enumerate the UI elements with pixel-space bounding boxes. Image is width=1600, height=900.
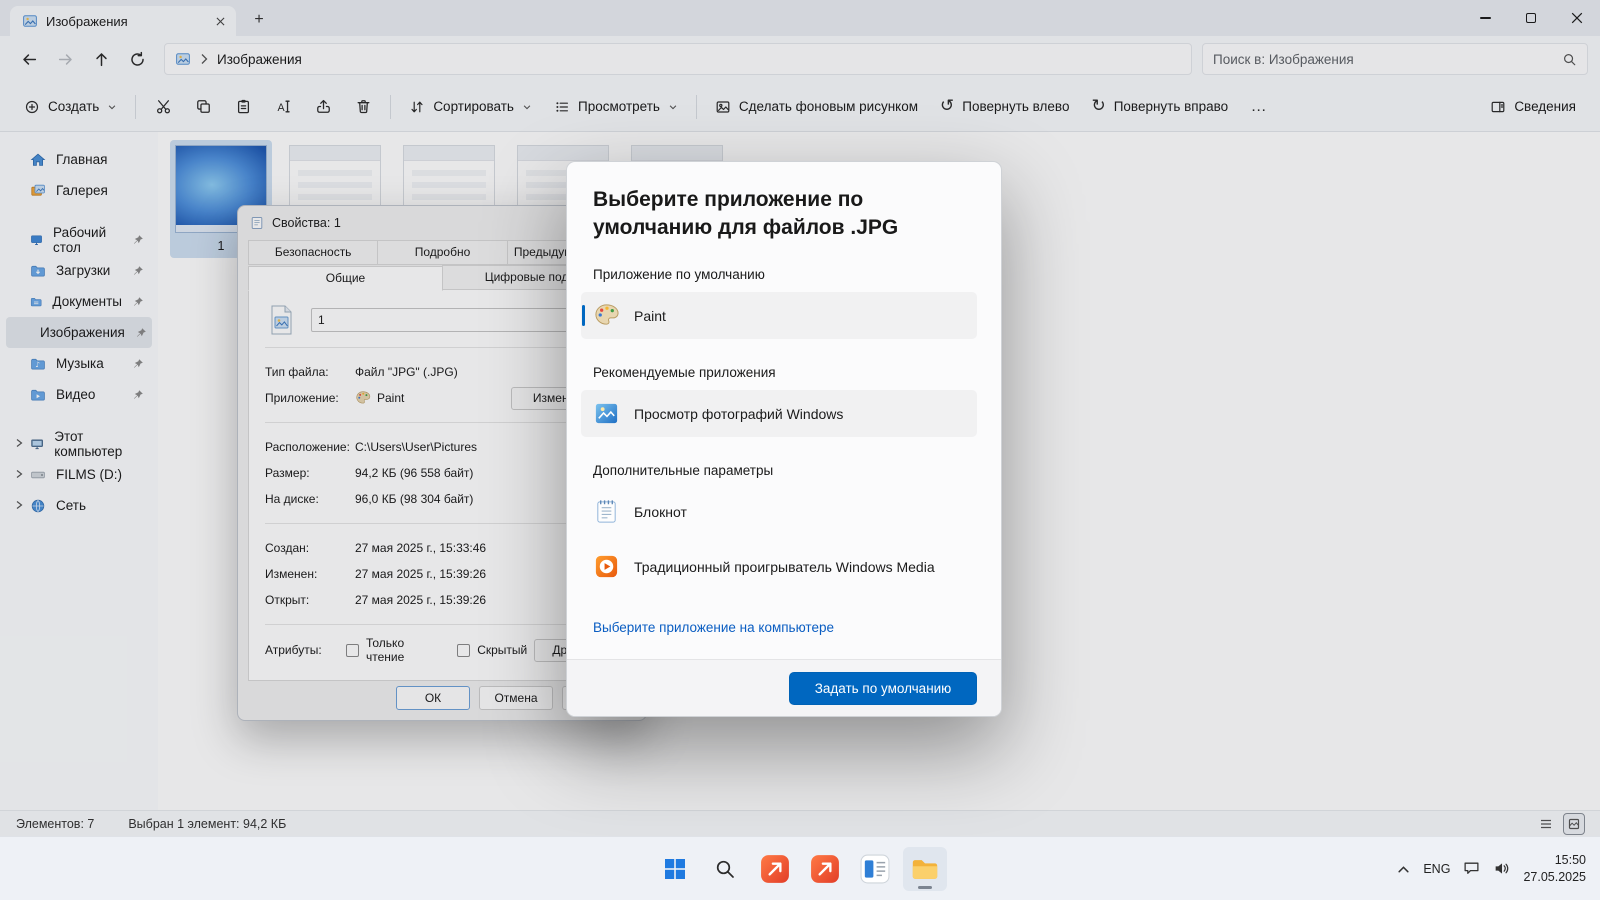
section-recommended: Рекомендуемые приложения	[593, 365, 977, 380]
folder-icon	[910, 854, 940, 884]
default-app-row-paint[interactable]: Paint	[581, 292, 977, 339]
taskbar-app-orange-2[interactable]	[803, 847, 847, 891]
tray-message-icon[interactable]	[1463, 861, 1480, 876]
taskbar-app-blue[interactable]	[853, 847, 897, 891]
windows-logo-icon	[663, 857, 687, 881]
browse-apps-link[interactable]: Выберите приложение на компьютере	[593, 620, 834, 635]
paint-icon	[593, 302, 620, 329]
section-additional: Дополнительные параметры	[593, 463, 977, 478]
blue-app-icon	[860, 854, 890, 884]
tray-chevron-up-icon[interactable]	[1397, 864, 1410, 874]
app-name: Paint	[634, 308, 666, 324]
default-app-dialog: Выберите приложение по умолчанию для фай…	[566, 161, 1002, 717]
dialog-title: Выберите приложение по умолчанию для фай…	[593, 186, 945, 241]
photo-viewer-icon	[593, 400, 620, 427]
taskbar: ENG 15:50 27.05.2025	[0, 836, 1600, 900]
app-row-notepad[interactable]: Блокнот	[581, 488, 977, 535]
app-name: Блокнот	[634, 504, 687, 520]
taskbar-center	[653, 847, 947, 891]
app-row-wmp[interactable]: Традиционный проигрыватель Windows Media	[581, 543, 977, 590]
app-row-photo-viewer[interactable]: Просмотр фотографий Windows	[581, 390, 977, 437]
notepad-icon	[593, 498, 620, 525]
start-button[interactable]	[653, 847, 697, 891]
dialog-footer: Задать по умолчанию	[567, 659, 1001, 716]
taskbar-search-button[interactable]	[703, 847, 747, 891]
clock[interactable]: 15:50 27.05.2025	[1523, 852, 1586, 885]
volume-icon[interactable]	[1493, 861, 1510, 876]
app-name: Просмотр фотографий Windows	[634, 406, 843, 422]
date: 27.05.2025	[1523, 869, 1586, 885]
orange-app-icon	[810, 854, 840, 884]
app-name: Традиционный проигрыватель Windows Media	[634, 559, 935, 575]
taskbar-explorer-button[interactable]	[903, 847, 947, 891]
taskbar-app-orange-1[interactable]	[753, 847, 797, 891]
time: 15:50	[1523, 852, 1586, 868]
system-tray: ENG 15:50 27.05.2025	[1397, 837, 1586, 900]
search-icon	[714, 858, 736, 880]
language-indicator[interactable]: ENG	[1423, 862, 1450, 876]
set-default-button[interactable]: Задать по умолчанию	[789, 672, 977, 705]
media-player-icon	[593, 553, 620, 580]
section-default-app: Приложение по умолчанию	[593, 267, 977, 282]
default-app-dialog-body: Выберите приложение по умолчанию для фай…	[567, 162, 1001, 659]
screen: Изображения +	[0, 0, 1600, 900]
orange-app-icon	[760, 854, 790, 884]
